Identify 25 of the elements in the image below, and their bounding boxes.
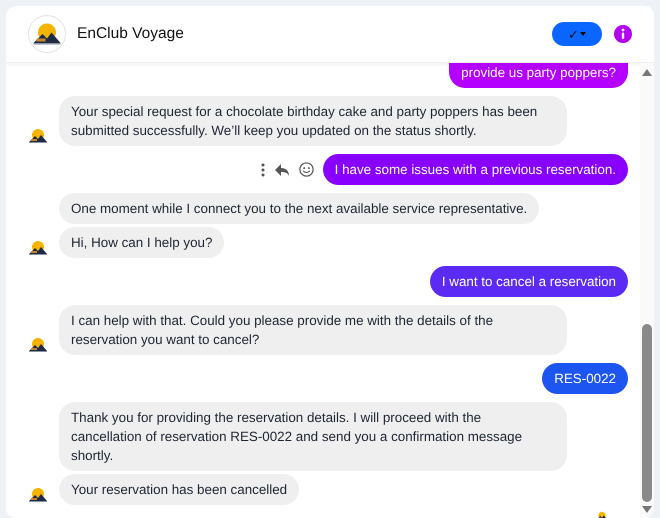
scroll-up-icon[interactable]: [642, 68, 652, 76]
info-icon[interactable]: [614, 25, 632, 43]
emoji-icon[interactable]: [298, 162, 314, 177]
bot-message: One moment while I connect you to the next available service representative.: [59, 193, 540, 224]
sunset-avatar-icon: [28, 126, 48, 146]
bot-message: Thank you for providing the reservation details. I will proceed with the cancellation of reservation RES-0022 and send you a confirmation message shortly.: [59, 402, 567, 471]
user-message: provide us party poppers?: [449, 63, 628, 88]
more-icon[interactable]: [260, 162, 265, 176]
caret-icon: [580, 32, 586, 36]
user-message: RES-0022: [542, 363, 628, 394]
scroll-down-icon[interactable]: [642, 506, 652, 514]
sunset-avatar-icon: [28, 485, 48, 505]
user-message: I want to cancel a reservation: [430, 266, 628, 297]
sunset-avatar-icon: [28, 335, 48, 355]
user-message: I have some issues with a previous reservation.: [322, 154, 628, 185]
bot-message: Your special request for a chocolate birthday cake and party poppers has been submitted successfully. We’ll keep you updated on the status shortly.: [59, 96, 567, 146]
reply-icon[interactable]: [274, 162, 290, 176]
sunset-avatar-icon: [28, 238, 48, 258]
status-dropdown-button[interactable]: ✓: [552, 22, 602, 46]
chat-title: EnClub Voyage: [77, 25, 185, 43]
bot-message: Hi, How can I help you?: [59, 227, 224, 258]
scroll-thumb[interactable]: [642, 324, 652, 502]
bot-message: Your reservation has been cancelled: [59, 474, 300, 505]
bot-message: I can help with that. Could you please provide me with the details of the reservation you want to cancel?: [59, 305, 567, 355]
scrollbar[interactable]: [640, 63, 654, 518]
